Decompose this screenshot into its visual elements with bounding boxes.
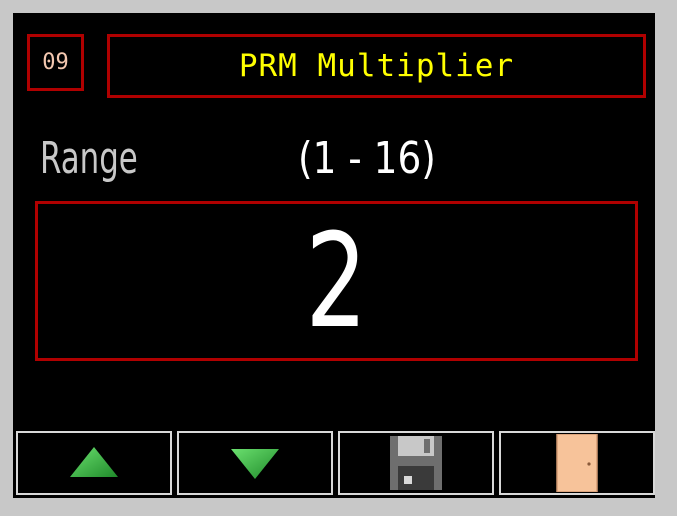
arrow-down-icon xyxy=(231,449,279,479)
save-button[interactable] xyxy=(338,431,494,495)
button-bar xyxy=(16,431,655,495)
hmi-screen: 09 PRM Multiplier Range (1 - 16) 2 xyxy=(13,13,655,498)
current-value: 2 xyxy=(305,205,368,357)
floppy-disk-icon xyxy=(390,436,442,490)
increase-button[interactable] xyxy=(16,431,172,495)
value-display[interactable]: 2 xyxy=(35,201,638,361)
range-label: Range xyxy=(40,133,138,184)
page-title: PRM Multiplier xyxy=(107,34,646,98)
exit-button[interactable] xyxy=(499,431,655,495)
arrow-up-icon xyxy=(70,447,118,477)
door-icon xyxy=(556,434,598,492)
range-value: (1 - 16) xyxy=(298,133,436,184)
parameter-code: 09 xyxy=(27,34,84,91)
decrease-button[interactable] xyxy=(177,431,333,495)
